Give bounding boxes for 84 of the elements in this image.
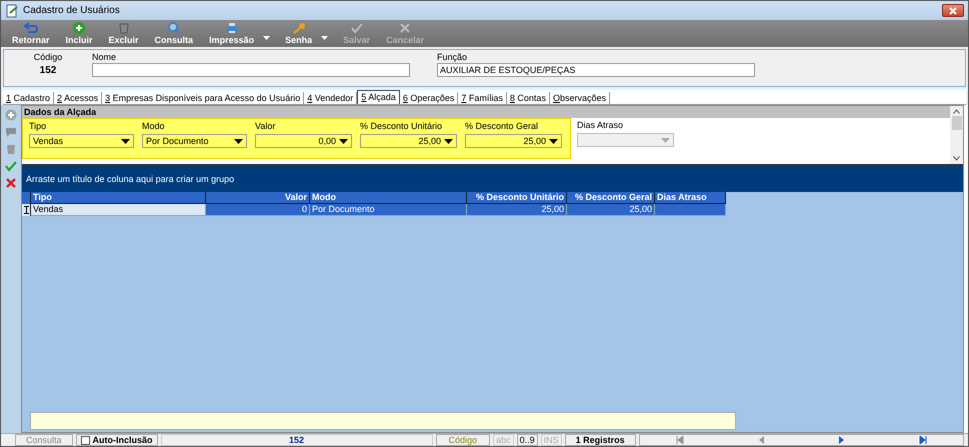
- table-cell: Vendas: [31, 204, 206, 216]
- close-icon[interactable]: [5, 177, 17, 189]
- dropdown-field[interactable]: Por Documento: [142, 134, 247, 148]
- section-header: Dados da Alçada: [22, 106, 950, 118]
- next-record-icon[interactable]: [838, 436, 846, 444]
- field-label: % Desconto Unitário: [360, 121, 444, 131]
- previous-record-icon[interactable]: [756, 436, 765, 444]
- row-indicator: [22, 204, 31, 216]
- field-indicator: Código: [436, 434, 490, 446]
- printer-icon: [224, 22, 239, 34]
- column-header[interactable]: Modo: [310, 192, 467, 204]
- dropdown-arrow-icon[interactable]: [263, 36, 270, 40]
- caret-icon: [661, 138, 670, 142]
- row-indicator-header: [22, 192, 31, 204]
- tab[interactable]: 7 Famílias: [458, 92, 507, 104]
- tab[interactable]: Observações: [550, 92, 610, 104]
- add-icon: [72, 22, 86, 34]
- caret-icon: [549, 138, 558, 144]
- dropdown-field[interactable]: 0,00: [255, 134, 352, 148]
- key-icon: [292, 22, 306, 34]
- scroll-up-icon[interactable]: [953, 109, 960, 114]
- caret-icon: [121, 138, 130, 144]
- search-icon: [166, 22, 181, 34]
- code-value: 152: [40, 65, 56, 76]
- check-icon: [350, 22, 364, 34]
- tab[interactable]: 2 Acessos: [54, 92, 102, 104]
- field-label: Nome: [92, 52, 116, 62]
- caret-icon: [339, 138, 348, 144]
- field-label: Função: [437, 52, 468, 62]
- toolbar-button[interactable]: Retornar: [5, 22, 57, 45]
- back-arrow-icon: [24, 22, 38, 34]
- table-cell: Por Documento: [310, 204, 467, 216]
- toolbar-button[interactable]: Senha: [278, 22, 320, 45]
- table-cell: 25,00: [467, 204, 567, 216]
- field-label: Valor: [255, 121, 276, 131]
- tab[interactable]: 6 Operações: [400, 92, 458, 104]
- name-field[interactable]: [92, 63, 410, 77]
- dropdown-field[interactable]: 25,00: [465, 134, 562, 148]
- column-header[interactable]: Dias Atraso: [655, 192, 726, 204]
- tab[interactable]: 5 Alçada: [357, 90, 400, 104]
- group-hint: Arraste um título de coluna aqui para criar um grupo: [26, 174, 234, 184]
- role-field[interactable]: AUXILIAR DE ESTOQUE/PEÇAS: [437, 63, 755, 77]
- mode-indicator: 0..9: [516, 434, 538, 446]
- last-record-icon[interactable]: [918, 436, 927, 444]
- field-label: Dias Atraso: [577, 120, 624, 130]
- field-label: Modo: [142, 121, 166, 131]
- form-icon: [5, 4, 19, 18]
- column-header[interactable]: % Desconto Geral: [567, 192, 655, 204]
- tab[interactable]: 8 Contas: [506, 92, 550, 104]
- dropdown-field[interactable]: 25,00: [360, 134, 457, 148]
- checkbox[interactable]: [80, 436, 90, 444]
- column-header[interactable]: Tipo: [31, 192, 206, 204]
- first-record-icon[interactable]: [676, 436, 684, 444]
- field-label: Código: [34, 52, 62, 62]
- caret-icon: [444, 138, 453, 144]
- trash-icon: [116, 22, 131, 34]
- dropdown-field[interactable]: Vendas: [29, 134, 134, 148]
- field-label: Tipo: [29, 121, 48, 131]
- close-icon: [948, 6, 958, 14]
- table-cell: 0: [206, 204, 310, 216]
- close-icon: [398, 22, 412, 34]
- column-header[interactable]: % Desconto Unitário: [467, 192, 567, 204]
- toolbar-button[interactable]: Excluir: [102, 22, 146, 45]
- close-button[interactable]: [942, 4, 964, 17]
- insert-indicator: INS: [540, 434, 562, 446]
- checkbox-label: Auto-Inclusão: [92, 435, 153, 445]
- dropdown-arrow-icon[interactable]: [321, 36, 328, 40]
- record-count: 1 Registros: [564, 434, 636, 446]
- column-header[interactable]: Valor: [206, 192, 310, 204]
- caret-icon: [234, 138, 243, 144]
- window-title: Cadastro de Usuários: [23, 5, 121, 16]
- mode-indicator: abc: [493, 434, 514, 446]
- tab[interactable]: 3 Empresas Disponíveis para Acesso do Usuário: [102, 92, 304, 104]
- table-cell: [655, 204, 726, 216]
- field-label: % Desconto Geral: [465, 121, 540, 131]
- toolbar-button[interactable]: Consulta: [148, 22, 200, 45]
- table-cell: 25,00: [567, 204, 655, 216]
- toolbar-button[interactable]: Incluir: [58, 22, 100, 45]
- record-panel: 152: [160, 434, 433, 446]
- check-icon[interactable]: [5, 160, 17, 172]
- toolbar-button[interactable]: Impressão: [202, 22, 262, 45]
- tab[interactable]: 1 Cadastro: [3, 92, 54, 104]
- scrollbar[interactable]: [950, 106, 963, 164]
- scroll-down-icon[interactable]: [953, 156, 960, 161]
